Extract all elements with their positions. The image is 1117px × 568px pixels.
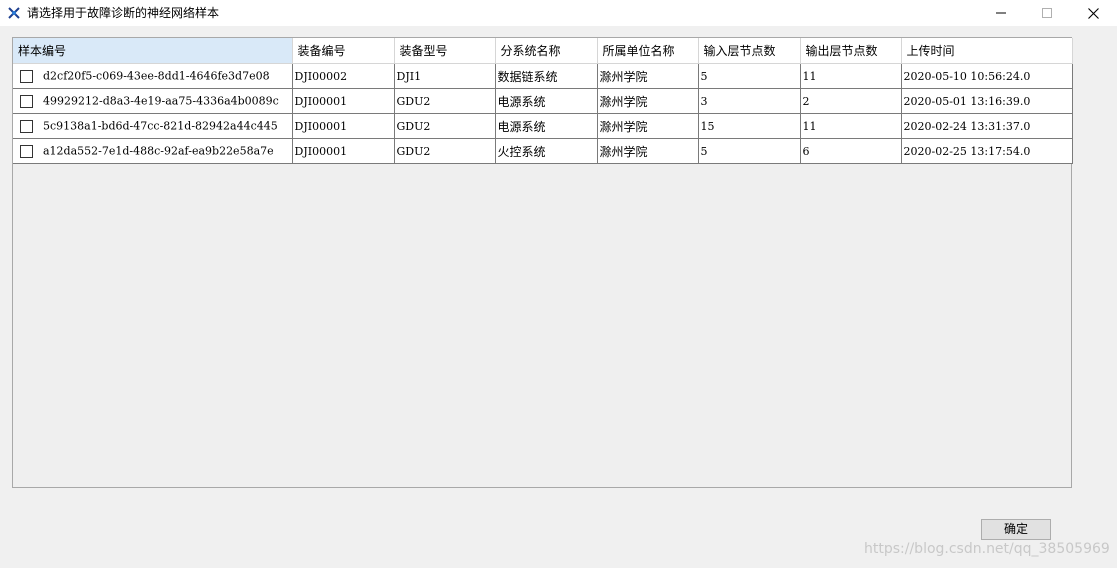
unit-name-cell: 滁州学院: [597, 63, 699, 89]
column-header-equipment-model[interactable]: 装备型号: [394, 38, 496, 64]
input-nodes-cell: 5: [698, 63, 801, 89]
row-checkbox[interactable]: [20, 119, 33, 133]
output-nodes-cell: 6: [800, 138, 902, 164]
input-nodes-cell: 15: [698, 113, 801, 139]
subsystem-name-cell: 电源系统: [495, 88, 598, 114]
row-checkbox[interactable]: [20, 94, 33, 108]
output-nodes-cell: 11: [800, 113, 902, 139]
upload-time-cell: 2020-05-01 13:16:39.0: [901, 88, 1073, 114]
equipment-id-cell: DJI00001: [292, 113, 395, 139]
subsystem-name-cell: 电源系统: [495, 113, 598, 139]
unit-name-cell: 滁州学院: [597, 138, 699, 164]
equipment-model-cell: GDU2: [394, 88, 496, 114]
column-header-sample-id[interactable]: 样本编号: [13, 38, 293, 64]
sample-id-cell: 49929212-d8a3-4e19-aa75-4336a4b0089c: [43, 94, 279, 108]
row-checkbox[interactable]: [20, 69, 33, 83]
column-header-equipment-id[interactable]: 装备编号: [292, 38, 395, 64]
minimize-button[interactable]: [978, 0, 1024, 26]
input-nodes-cell: 3: [698, 88, 801, 114]
maximize-icon: [1042, 8, 1052, 18]
sample-id-cell: d2cf20f5-c069-43ee-8dd1-4646fe3d7e08: [43, 69, 270, 83]
column-header-input-nodes[interactable]: 输入层节点数: [698, 38, 801, 64]
confirm-button[interactable]: 确定: [981, 519, 1051, 540]
output-nodes-cell: 2: [800, 88, 902, 114]
title-bar: 请选择用于故障诊断的神经网络样本: [0, 0, 1117, 26]
app-icon: [7, 6, 21, 20]
table-row[interactable]: 49929212-d8a3-4e19-aa75-4336a4b0089c DJI…: [13, 88, 1073, 114]
sample-id-cell: a12da552-7e1d-488c-92af-ea9b22e58a7e: [43, 144, 274, 158]
sample-table-panel: 样本编号 装备编号 装备型号 分系统名称 所属单位名称 输入层节点数 输出层节点…: [12, 37, 1073, 488]
table-header-row: 样本编号 装备编号 装备型号 分系统名称 所属单位名称 输入层节点数 输出层节点…: [13, 38, 1073, 64]
upload-time-cell: 2020-02-24 13:31:37.0: [901, 113, 1073, 139]
sample-id-cell: 5c9138a1-bd6d-47cc-821d-82942a44c445: [43, 119, 278, 133]
close-button[interactable]: [1070, 0, 1116, 26]
upload-time-cell: 2020-05-10 10:56:24.0: [901, 63, 1073, 89]
sample-table: 样本编号 装备编号 装备型号 分系统名称 所属单位名称 输入层节点数 输出层节点…: [13, 38, 1073, 164]
input-nodes-cell: 5: [698, 138, 801, 164]
unit-name-cell: 滁州学院: [597, 88, 699, 114]
equipment-id-cell: DJI00001: [292, 138, 395, 164]
unit-name-cell: 滁州学院: [597, 113, 699, 139]
equipment-id-cell: DJI00001: [292, 88, 395, 114]
equipment-model-cell: GDU2: [394, 113, 496, 139]
maximize-button[interactable]: [1024, 0, 1070, 26]
column-header-output-nodes[interactable]: 输出层节点数: [800, 38, 902, 64]
subsystem-name-cell: 数据链系统: [495, 63, 598, 89]
subsystem-name-cell: 火控系统: [495, 138, 598, 164]
close-icon: [1087, 7, 1099, 19]
output-nodes-cell: 11: [800, 63, 902, 89]
upload-time-cell: 2020-02-25 13:17:54.0: [901, 138, 1073, 164]
column-header-unit-name[interactable]: 所属单位名称: [597, 38, 699, 64]
equipment-model-cell: DJI1: [394, 63, 496, 89]
table-row[interactable]: a12da552-7e1d-488c-92af-ea9b22e58a7e DJI…: [13, 138, 1073, 164]
watermark-text: https://blog.csdn.net/qq_38505969: [864, 541, 1110, 557]
equipment-model-cell: GDU2: [394, 138, 496, 164]
table-row[interactable]: d2cf20f5-c069-43ee-8dd1-4646fe3d7e08 DJI…: [13, 63, 1073, 89]
window-title: 请选择用于故障诊断的神经网络样本: [27, 6, 220, 20]
equipment-id-cell: DJI00002: [292, 63, 395, 89]
table-row[interactable]: 5c9138a1-bd6d-47cc-821d-82942a44c445 DJI…: [13, 113, 1073, 139]
column-header-upload-time[interactable]: 上传时间: [901, 38, 1073, 64]
minimize-icon: [996, 12, 1006, 14]
row-checkbox[interactable]: [20, 144, 33, 158]
column-header-subsystem-name[interactable]: 分系统名称: [495, 38, 598, 64]
